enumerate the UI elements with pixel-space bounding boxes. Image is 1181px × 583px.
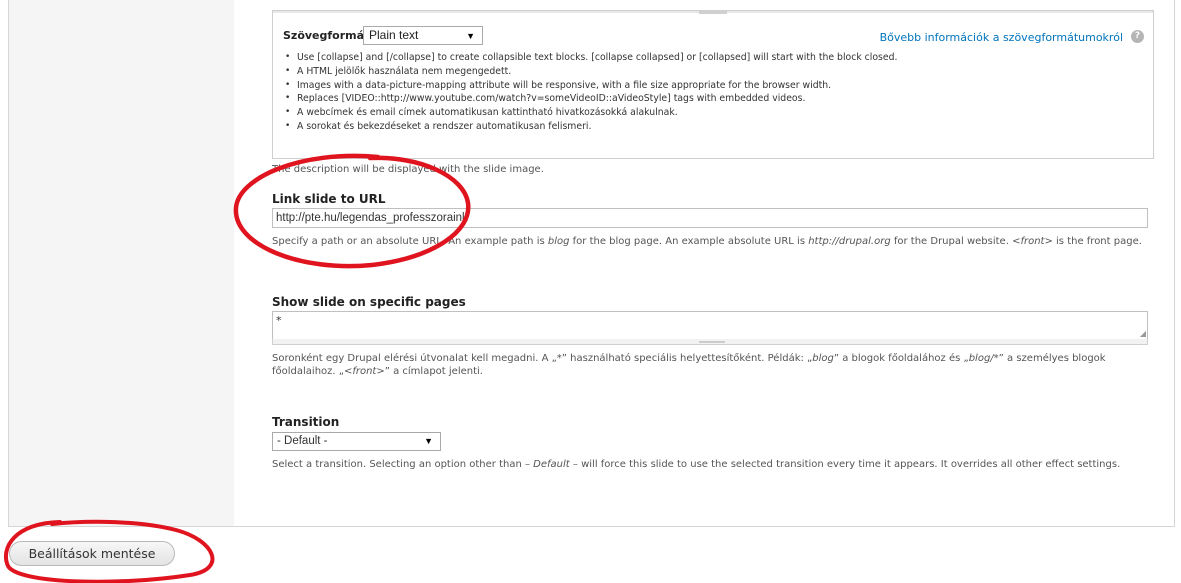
format-tips-list: Use [collapse] and [/collapse] to create… — [283, 51, 897, 134]
help-text: for the Drupal website. — [890, 236, 1013, 247]
link-slide-url-input[interactable] — [272, 208, 1148, 228]
help-text: Specify a path or an absolute URL. An ex… — [272, 236, 548, 247]
show-pages-help: Soronként egy Drupal elérési útvonalat k… — [272, 352, 1152, 378]
format-more-info-link[interactable]: Bővebb információk a szövegformátumokról — [880, 31, 1123, 44]
resize-handle-icon[interactable]: ◢ — [1140, 330, 1146, 338]
example-blog-star: blog/* — [968, 353, 999, 364]
default-option-text: – Default – — [525, 459, 578, 470]
help-text: will force this slide to use the selecte… — [577, 459, 1121, 470]
show-pages-textarea[interactable]: * ◢ — [272, 311, 1148, 340]
example-blog: blog — [812, 353, 834, 364]
save-settings-button[interactable]: Beállítások mentése — [9, 541, 175, 566]
list-item: A sorokat és bekezdéseket a rendszer aut… — [283, 120, 897, 134]
transition-label: Transition — [272, 415, 340, 429]
transition-select[interactable]: - Default - ▼ — [272, 432, 441, 451]
list-item: Replaces [VIDEO::http://www.youtube.com/… — [283, 92, 897, 106]
help-text: Soronként egy Drupal elérési útvonalat k… — [272, 353, 813, 364]
help-text: is the front page. — [1052, 236, 1142, 247]
example-url: http://drupal.org — [808, 236, 891, 247]
example-path: blog — [547, 236, 570, 247]
example-front: <front> — [1012, 236, 1053, 247]
left-column — [8, 0, 235, 527]
help-text: for the blog page. An example absolute U… — [569, 236, 809, 247]
show-pages-value: * — [276, 314, 282, 327]
chevron-down-icon: ▼ — [424, 436, 433, 446]
textarea-grip[interactable] — [272, 339, 1148, 345]
transition-help: Select a transition. Selecting an option… — [272, 458, 1152, 471]
list-item: A webcímek és email címek automatikusan … — [283, 106, 897, 120]
help-icon[interactable]: ? — [1131, 30, 1144, 43]
link-slide-help: Specify a path or an absolute URL. An ex… — [272, 235, 1152, 248]
list-item: Images with a data-picture-mapping attri… — [283, 79, 897, 93]
description-note: The description will be displayed with t… — [272, 164, 544, 175]
resize-grip[interactable] — [699, 11, 727, 14]
list-item: Use [collapse] and [/collapse] to create… — [283, 51, 897, 65]
help-text: ” a blogok főoldalához és „ — [833, 353, 969, 364]
help-text: Select a transition. Selecting an option… — [272, 459, 525, 470]
chevron-down-icon: ▼ — [466, 31, 475, 41]
text-format-select[interactable]: Plain text ▼ — [363, 26, 483, 45]
list-item: A HTML jelölők használata nem megengedet… — [283, 65, 897, 79]
text-format-selected: Plain text — [369, 28, 419, 42]
text-format-wrapper: Szövegformátum Plain text ▼ Bővebb infor… — [272, 10, 1154, 159]
help-text: ” a címlapot jelenti. — [384, 366, 483, 377]
show-pages-label: Show slide on specific pages — [272, 295, 466, 309]
transition-selected: - Default - — [277, 435, 328, 447]
example-front: <front> — [343, 366, 385, 377]
link-slide-label: Link slide to URL — [272, 192, 386, 206]
